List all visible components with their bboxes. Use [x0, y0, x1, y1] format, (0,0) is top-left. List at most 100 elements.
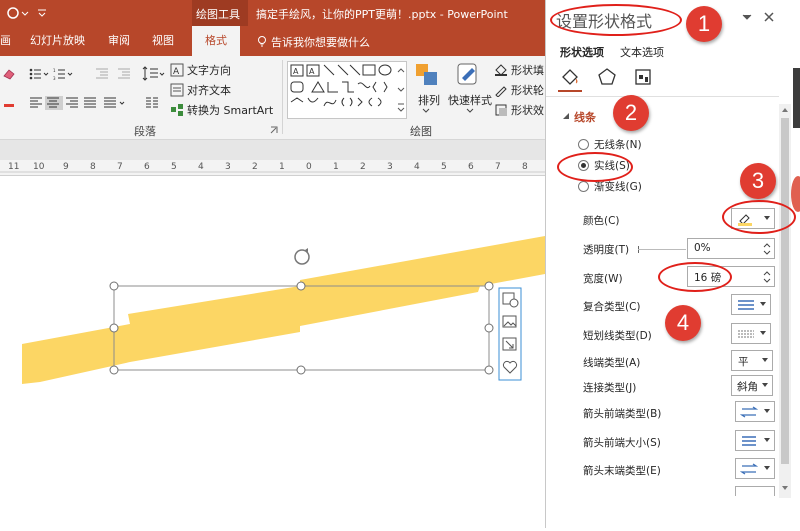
paragraph-group-label: 段落 — [134, 125, 156, 138]
indent-icons[interactable] — [94, 67, 138, 81]
tell-me-input[interactable]: 告诉我你想要做什么 — [271, 34, 370, 50]
pane-scrollbar[interactable] — [779, 104, 791, 498]
arrow-begin-type-label: 箭头前端类型(B) — [583, 408, 662, 420]
font-color-icon[interactable] — [4, 96, 14, 108]
radio-no-line-label[interactable]: 无线条(N) — [594, 137, 642, 152]
radio-no-line[interactable] — [578, 139, 589, 150]
next-row-dropdown[interactable] — [735, 486, 775, 496]
tab-shape-options[interactable]: 形状选项 — [560, 44, 604, 60]
scroll-thumb[interactable] — [781, 118, 789, 464]
join-type-value[interactable]: 斜角 — [737, 379, 758, 394]
tab-slideshow[interactable]: 幻灯片放映 — [30, 26, 85, 56]
tab-draw[interactable]: 画 — [0, 26, 14, 56]
edge-tab — [793, 68, 800, 128]
shape-thumbnails-icon[interactable]: A A — [288, 62, 406, 118]
tab-text-options[interactable]: 文本选项 — [620, 44, 664, 60]
quick-access-icon[interactable] — [4, 5, 30, 21]
quick-styles-button[interactable]: 快速样式 — [448, 92, 492, 108]
annotation-ellipse-width — [658, 262, 732, 292]
width-label: 宽度(W) — [583, 273, 623, 285]
color-label: 颜色(C) — [583, 215, 620, 227]
shape-effects-button[interactable]: 形状效 — [511, 102, 544, 118]
dash-type-label: 短划线类型(D) — [583, 330, 652, 342]
ruler-tick: 3 — [387, 162, 393, 172]
ruler-tick: 2 — [252, 162, 258, 172]
ruler-ticks — [0, 171, 545, 173]
window-title: 搞定手绘风，让你的PPT更萌！.pptx - PowerPoint — [256, 8, 508, 21]
customize-arrow-icon[interactable] — [36, 7, 48, 19]
ruler-tick: 2 — [360, 162, 366, 172]
slide-canvas[interactable] — [0, 176, 545, 528]
quick-styles-dropdown-icon[interactable] — [466, 108, 474, 114]
annotation-ellipse-color — [722, 200, 796, 234]
scroll-down-icon[interactable] — [781, 484, 789, 492]
tab-view[interactable]: 视图 — [152, 26, 174, 56]
ruler-tick: 8 — [522, 162, 528, 172]
paint-bucket-icon — [495, 64, 507, 76]
collapse-arrow-icon[interactable] — [562, 112, 570, 120]
spinner-icon[interactable] — [763, 269, 771, 285]
shapes-gallery[interactable]: A A — [287, 61, 407, 119]
arrange-dropdown-icon[interactable] — [422, 108, 430, 114]
quick-styles-icon — [457, 63, 477, 85]
ruler-tick: 9 — [63, 162, 69, 172]
ruler-tick: 6 — [144, 162, 150, 172]
shape-fill-button[interactable]: 形状填 — [511, 62, 544, 78]
bullets-icon[interactable]: 13 — [28, 67, 84, 81]
annotation-badge-3: 3 — [740, 163, 776, 199]
transparency-input[interactable]: 0% — [687, 238, 775, 259]
rotate-handle-icon[interactable] — [294, 248, 310, 265]
cap-type-value[interactable]: 平 — [738, 354, 749, 369]
cap-type-dropdown[interactable]: 平 — [731, 350, 773, 371]
size-properties-icon[interactable] — [632, 66, 654, 88]
gallery-scroll-icon[interactable] — [396, 66, 406, 116]
yellow-brush-stroke[interactable] — [22, 236, 545, 384]
arrow-begin-size-dropdown[interactable] — [735, 430, 775, 451]
convert-smartart-button[interactable]: 转换为 SmartArt — [187, 102, 273, 118]
columns-icon[interactable] — [144, 96, 164, 110]
ruler-tick: 8 — [90, 162, 96, 172]
paragraph-align-icons[interactable] — [28, 96, 138, 110]
pane-options-arrow-icon[interactable] — [742, 14, 752, 22]
annotation-badge-2: 2 — [613, 95, 649, 131]
ruler-tick: 4 — [414, 162, 420, 172]
join-type-label: 连接类型(J) — [583, 382, 637, 394]
ruler-tick: 11 — [8, 162, 20, 172]
ruler-tick: 4 — [198, 162, 204, 172]
dialog-launcher-icon[interactable] — [270, 126, 278, 134]
tab-format[interactable]: 格式 — [192, 26, 240, 56]
pane-divider — [546, 96, 779, 97]
transparency-value[interactable]: 0% — [694, 242, 711, 254]
join-type-dropdown[interactable]: 斜角 — [731, 375, 773, 396]
compound-type-label: 复合类型(C) — [583, 301, 641, 313]
eraser-icon[interactable] — [2, 66, 16, 80]
fill-line-icon[interactable] — [559, 66, 581, 88]
svg-text:A: A — [173, 67, 180, 77]
arrow-begin-type-dropdown[interactable] — [735, 401, 775, 422]
close-icon[interactable] — [763, 11, 775, 23]
ruler-tick: 5 — [441, 162, 447, 172]
tab-review[interactable]: 审阅 — [108, 26, 130, 56]
section-line-header[interactable]: 线条 — [574, 109, 596, 125]
dash-type-dropdown[interactable] — [731, 323, 771, 344]
lightbulb-icon — [258, 36, 266, 47]
ruler-tick: 1 — [333, 162, 339, 172]
arrow-end-type-label: 箭头末端类型(E) — [583, 465, 661, 477]
line-spacing-icon[interactable] — [142, 65, 166, 83]
transparency-label: 透明度(T) — [583, 244, 630, 256]
effects-pentagon-icon[interactable] — [596, 66, 618, 88]
spinner-icon[interactable] — [763, 241, 771, 257]
compound-type-dropdown[interactable] — [731, 294, 771, 315]
align-text-button[interactable]: 对齐文本 — [187, 82, 231, 98]
arrange-button[interactable]: 排列 — [418, 92, 440, 108]
radio-gradient-line[interactable] — [578, 181, 589, 192]
ruler-tick: 1 — [279, 162, 285, 172]
pane-content: 设置形状格式 形状选项 文本选项 线条 无线条(N) 实线(S) 渐变线(G) … — [546, 0, 779, 528]
shape-outline-button[interactable]: 形状轮 — [511, 82, 544, 98]
text-direction-button[interactable]: 文字方向 — [187, 62, 231, 78]
transparency-slider[interactable] — [638, 249, 686, 250]
scroll-up-icon[interactable] — [781, 106, 789, 114]
arrow-end-type-dropdown[interactable] — [735, 458, 775, 479]
text-direction-icon: A — [170, 63, 184, 77]
svg-text:3: 3 — [53, 76, 56, 81]
